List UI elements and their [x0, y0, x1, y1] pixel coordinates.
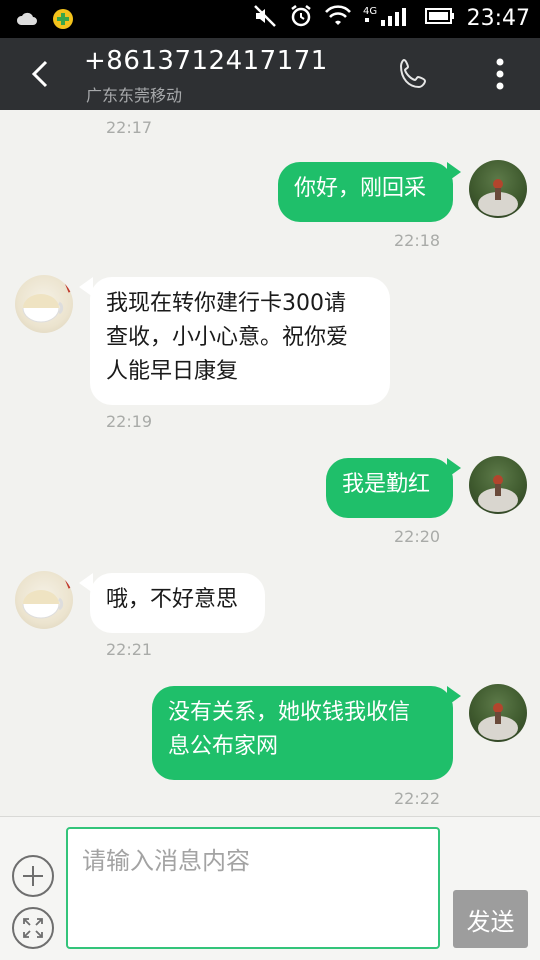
mute-icon — [253, 4, 277, 32]
message-text: 我是勤红 — [342, 472, 431, 497]
call-button[interactable] — [396, 56, 432, 92]
back-button[interactable] — [22, 54, 62, 94]
my-avatar[interactable] — [469, 160, 527, 218]
more-vertical-icon — [496, 58, 504, 90]
cloud-icon — [16, 11, 38, 31]
bubble-tail — [447, 162, 461, 182]
conversation-header: +8613712417171 广东东莞移动 — [0, 38, 540, 110]
expand-input-button[interactable] — [12, 907, 54, 949]
message-timestamp: 22:21 — [106, 640, 153, 659]
alarm-icon — [289, 4, 313, 32]
bubble-tail — [447, 458, 461, 478]
message-bubble-incoming[interactable]: 我现在转你建行卡300请 查收，小小心意。祝你爱 人能早日康复 — [90, 277, 390, 405]
message-text-line: 息公布家网 — [168, 734, 279, 759]
carrier-label: 广东东莞移动 — [86, 86, 183, 105]
message-bubble-outgoing[interactable]: 你好，刚回采 — [278, 162, 453, 222]
message-timestamp: 22:18 — [394, 231, 441, 250]
message-timestamp: 22:22 — [394, 789, 441, 808]
bubble-tail — [79, 573, 93, 593]
contact-phone-number: +8613712417171 — [84, 46, 328, 76]
add-attachment-button[interactable] — [12, 855, 54, 897]
more-options-button[interactable] — [488, 56, 512, 92]
contact-avatar[interactable] — [15, 275, 73, 333]
wifi-icon — [324, 5, 351, 31]
svg-text:4G: 4G — [363, 6, 377, 17]
status-bar: 4G 23:47 — [0, 0, 540, 38]
app-notification-icon — [52, 8, 74, 34]
message-text-line: 没有关系，她收钱我收信 — [168, 700, 411, 725]
message-timestamp: 22:19 — [106, 412, 153, 431]
bubble-tail — [447, 686, 461, 706]
signal-icon: 4G — [363, 4, 413, 32]
message-bubble-incoming[interactable]: 哦，不好意思 — [90, 573, 265, 633]
message-text-line: 我现在转你建行卡300请 — [106, 291, 346, 316]
message-text: 哦，不好意思 — [106, 587, 239, 612]
message-timestamp: 22:17 — [106, 118, 153, 137]
my-avatar[interactable] — [469, 684, 527, 742]
phone-icon — [399, 58, 427, 89]
compose-bar: 发送 — [0, 816, 540, 960]
back-icon — [31, 60, 48, 88]
message-input[interactable] — [66, 827, 440, 949]
message-text-line: 查收，小小心意。祝你爱 — [106, 325, 349, 350]
battery-icon — [424, 7, 455, 29]
my-avatar[interactable] — [469, 456, 527, 514]
message-text: 你好，刚回采 — [294, 176, 427, 201]
message-bubble-outgoing[interactable]: 我是勤红 — [326, 458, 453, 518]
contact-avatar[interactable] — [15, 571, 73, 629]
add-icon — [23, 866, 43, 886]
message-bubble-outgoing[interactable]: 没有关系，她收钱我收信 息公布家网 — [152, 686, 453, 780]
message-list[interactable]: 22:17 你好，刚回采 22:18 我现在转你建行卡300请 查收，小小心意。… — [0, 110, 540, 816]
send-button[interactable]: 发送 — [453, 890, 528, 948]
bubble-tail — [79, 277, 93, 297]
message-text-line: 人能早日康复 — [106, 359, 239, 384]
status-time: 23:47 — [466, 5, 530, 31]
message-timestamp: 22:20 — [394, 527, 441, 546]
expand-icon — [23, 918, 43, 938]
